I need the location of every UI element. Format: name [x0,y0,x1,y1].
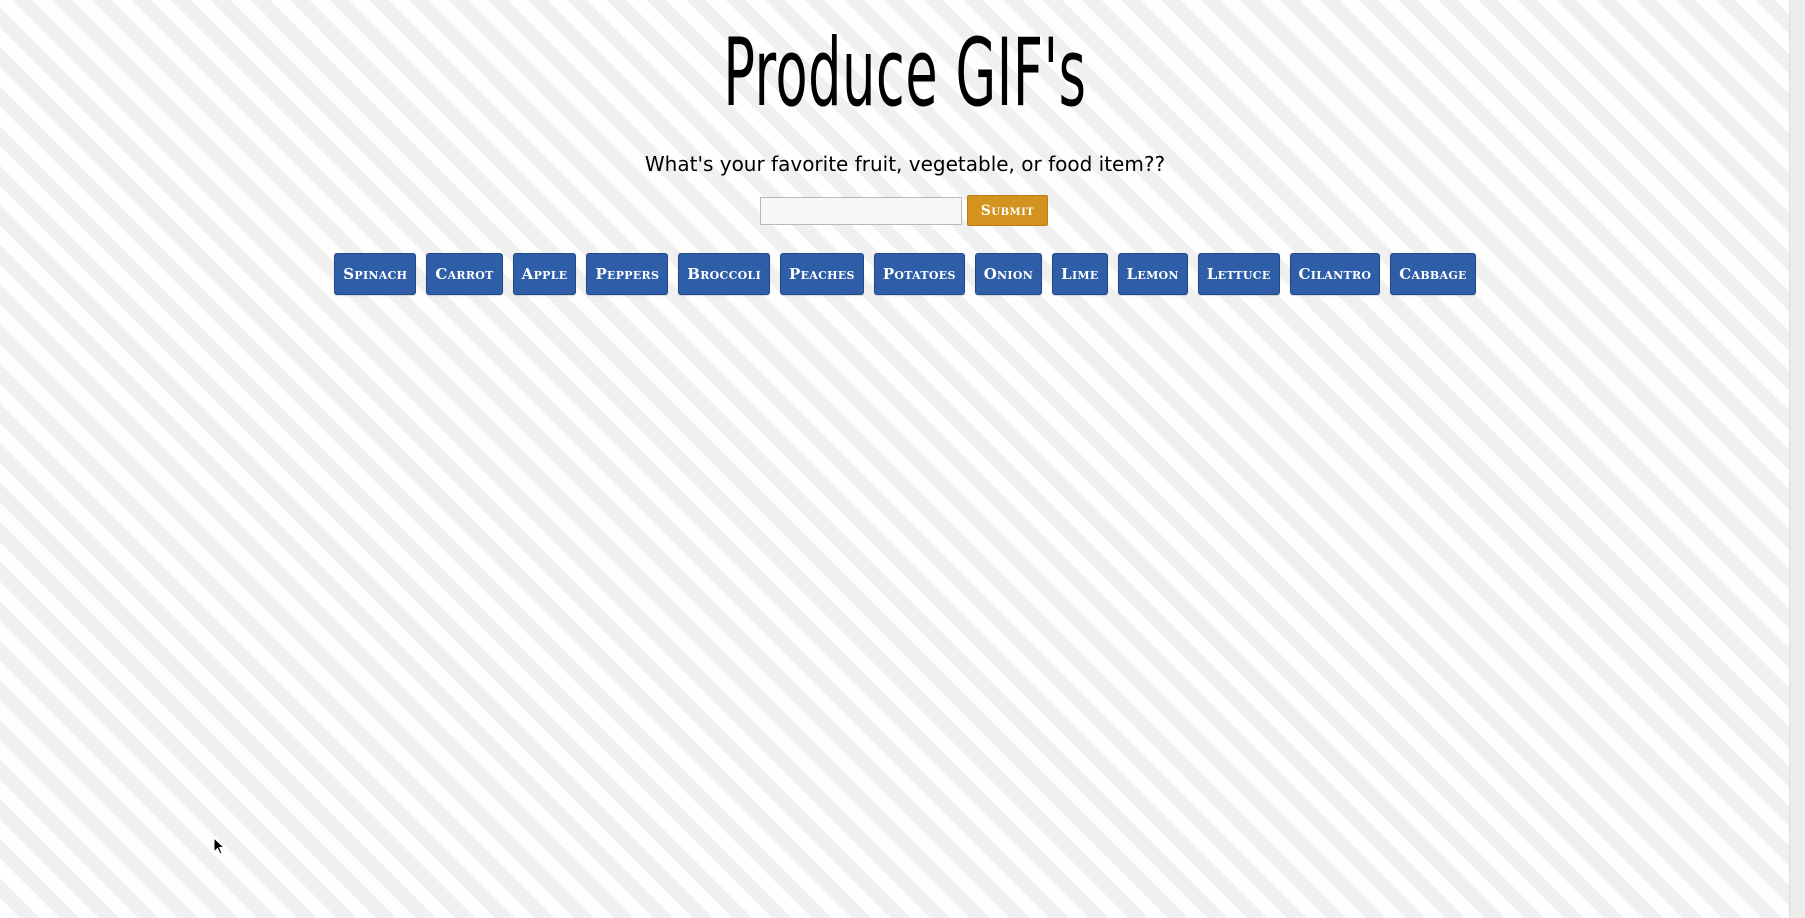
produce-button-lime[interactable]: Lime [1052,253,1108,295]
produce-button-apple[interactable]: Apple [512,253,577,295]
produce-button-lemon[interactable]: Lemon [1117,253,1188,295]
mouse-pointer-icon [213,836,226,855]
produce-button-cabbage[interactable]: Cabbage [1390,253,1476,295]
vertical-scrollbar[interactable] [1789,0,1805,918]
produce-button-peppers[interactable]: Peppers [586,253,669,295]
produce-button-cilantro[interactable]: Cilantro [1289,253,1381,295]
produce-button-broccoli[interactable]: Broccoli [678,253,771,295]
produce-button-onion[interactable]: Onion [974,253,1043,295]
produce-search-input[interactable] [760,196,962,225]
produce-button-carrot[interactable]: Carrot [426,253,503,295]
page: Produce GIF's What's your favorite fruit… [0,0,1790,918]
produce-button-bar: Spinach Carrot Apple Peppers Broccoli Pe… [0,253,1805,295]
search-form: Submit [760,195,1048,226]
produce-button-spinach[interactable]: Spinach [334,253,417,295]
produce-button-lettuce[interactable]: Lettuce [1197,253,1280,295]
page-subtitle: What's your favorite fruit, vegetable, o… [644,152,1166,176]
page-title: Produce GIF's [723,19,1087,128]
produce-button-peaches[interactable]: Peaches [780,253,864,295]
submit-button[interactable]: Submit [967,195,1048,226]
produce-button-potatoes[interactable]: Potatoes [873,253,965,295]
